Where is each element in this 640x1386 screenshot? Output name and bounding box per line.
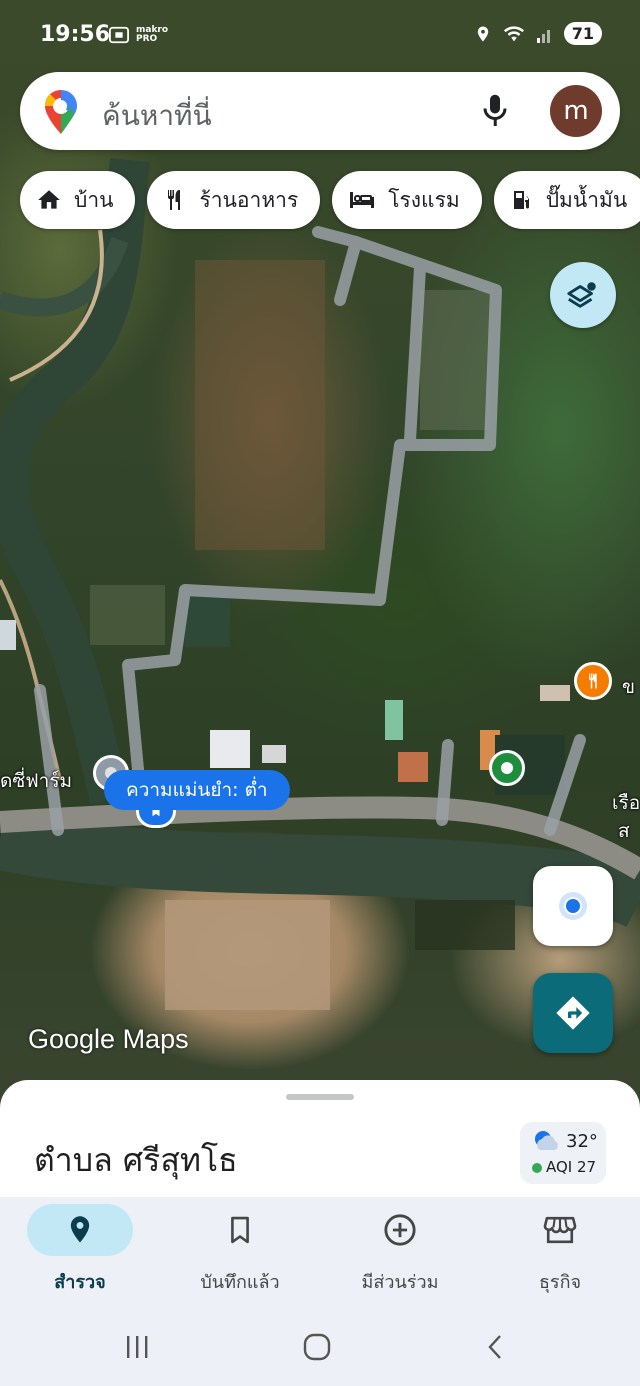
- nav-icon-container: [507, 1204, 613, 1256]
- nav-icon-container: [347, 1204, 453, 1256]
- nav-label: ธุรกิจ: [538, 1272, 582, 1293]
- microphone-icon[interactable]: [480, 92, 510, 130]
- nav-label: มีส่วนร่วม: [361, 1272, 439, 1293]
- bottom-navigation: สำรวจ บันทึกแล้ว มีส่วนร่วม ธุรกิจ: [0, 1197, 640, 1307]
- add-circle-icon: [384, 1214, 416, 1246]
- category-chips: บ้าน ร้านอาหาร โรงแรม ปั๊มน้ำมัน: [20, 171, 640, 229]
- drag-handle[interactable]: [286, 1094, 354, 1100]
- nav-explore[interactable]: สำรวจ: [0, 1197, 160, 1307]
- chip-label: ปั๊มน้ำมัน: [545, 187, 628, 212]
- aqi-value: AQI 27: [546, 1158, 597, 1176]
- signal-icon: [536, 29, 550, 43]
- bottom-sheet[interactable]: ตำบล ศรีสุทโธ 32° AQI 27: [0, 1080, 640, 1200]
- wifi-icon: [503, 25, 524, 41]
- directions-button[interactable]: [533, 973, 613, 1053]
- partly-cloudy-icon: [535, 1131, 558, 1150]
- aqi-status-dot: [532, 1163, 542, 1173]
- chip-label: บ้าน: [74, 187, 114, 212]
- hotel-icon: [350, 192, 375, 208]
- my-location-icon: [559, 892, 587, 920]
- accuracy-label: ความแม่นยำ: ต่ำ: [104, 770, 290, 810]
- pin-dot-icon: [501, 762, 513, 774]
- location-status-icon: [477, 26, 488, 41]
- system-navigation-bar: [0, 1307, 640, 1386]
- nav-icon-container: [187, 1204, 293, 1256]
- storefront-icon: [543, 1216, 577, 1244]
- temperature: 32°: [566, 1131, 598, 1152]
- battery-indicator: 71: [563, 22, 602, 45]
- weather-chip[interactable]: 32° AQI 27: [520, 1122, 606, 1184]
- nav-saved[interactable]: บันทึกแล้ว: [160, 1197, 320, 1307]
- google-maps-logo-icon: [45, 90, 77, 134]
- layers-icon: [567, 282, 596, 308]
- search-bar[interactable]: ค้นหาที่นี่ m: [20, 72, 620, 150]
- green-place-pin[interactable]: [489, 750, 525, 786]
- recent-apps-button[interactable]: [108, 1327, 168, 1367]
- nav-label: บันทึกแล้ว: [200, 1272, 280, 1293]
- area-title: ตำบล ศรีสุทโธ: [34, 1141, 238, 1179]
- place-label-right-2[interactable]: เรือ: [612, 788, 640, 818]
- status-bar: 19:56 makro PRO 71: [0, 0, 640, 72]
- home-circle-icon: [303, 1333, 331, 1361]
- notification-icons: makro PRO: [108, 25, 169, 45]
- place-label-farm[interactable]: ดซี่ฟาร์ม: [0, 766, 72, 796]
- nav-contribute[interactable]: มีส่วนร่วม: [320, 1197, 480, 1307]
- system-indicators: 71: [474, 22, 602, 45]
- chip-label: ร้านอาหาร: [199, 187, 299, 212]
- fork-knife-icon: [589, 673, 597, 689]
- chip-gas-stations[interactable]: ปั๊มน้ำมัน: [493, 171, 640, 229]
- place-label-right-1[interactable]: ข: [622, 672, 635, 702]
- recent-apps-icon: [127, 1336, 148, 1358]
- chip-home[interactable]: บ้าน: [20, 171, 136, 229]
- nav-business[interactable]: ธุรกิจ: [480, 1197, 640, 1307]
- restaurant-pin[interactable]: [574, 662, 612, 700]
- google-maps-watermark: Google Maps: [28, 1024, 189, 1054]
- layers-button[interactable]: [550, 262, 616, 328]
- back-chevron-icon: [488, 1335, 501, 1359]
- directions-icon: [556, 996, 590, 1030]
- avatar[interactable]: m: [550, 85, 602, 137]
- gas-station-icon: [513, 191, 529, 209]
- home-icon: [38, 190, 60, 209]
- chip-hotels[interactable]: โรงแรม: [332, 171, 482, 229]
- home-button[interactable]: [287, 1327, 347, 1367]
- explore-pin-icon: [70, 1216, 90, 1243]
- screenshot-icon: [109, 26, 129, 44]
- restaurant-icon: [168, 190, 181, 210]
- clock: 19:56: [40, 22, 111, 47]
- chip-label: โรงแรม: [388, 187, 460, 212]
- makro-pro-icon: makro PRO: [136, 25, 169, 44]
- search-input[interactable]: ค้นหาที่นี่: [102, 94, 212, 138]
- place-label-right-3[interactable]: ส: [618, 816, 630, 846]
- nav-label: สำรวจ: [54, 1272, 106, 1293]
- nav-icon-container: [27, 1204, 133, 1256]
- back-button[interactable]: [466, 1327, 526, 1367]
- my-location-button[interactable]: [533, 866, 613, 946]
- bookmark-icon: [231, 1216, 249, 1244]
- chip-restaurants[interactable]: ร้านอาหาร: [147, 171, 321, 229]
